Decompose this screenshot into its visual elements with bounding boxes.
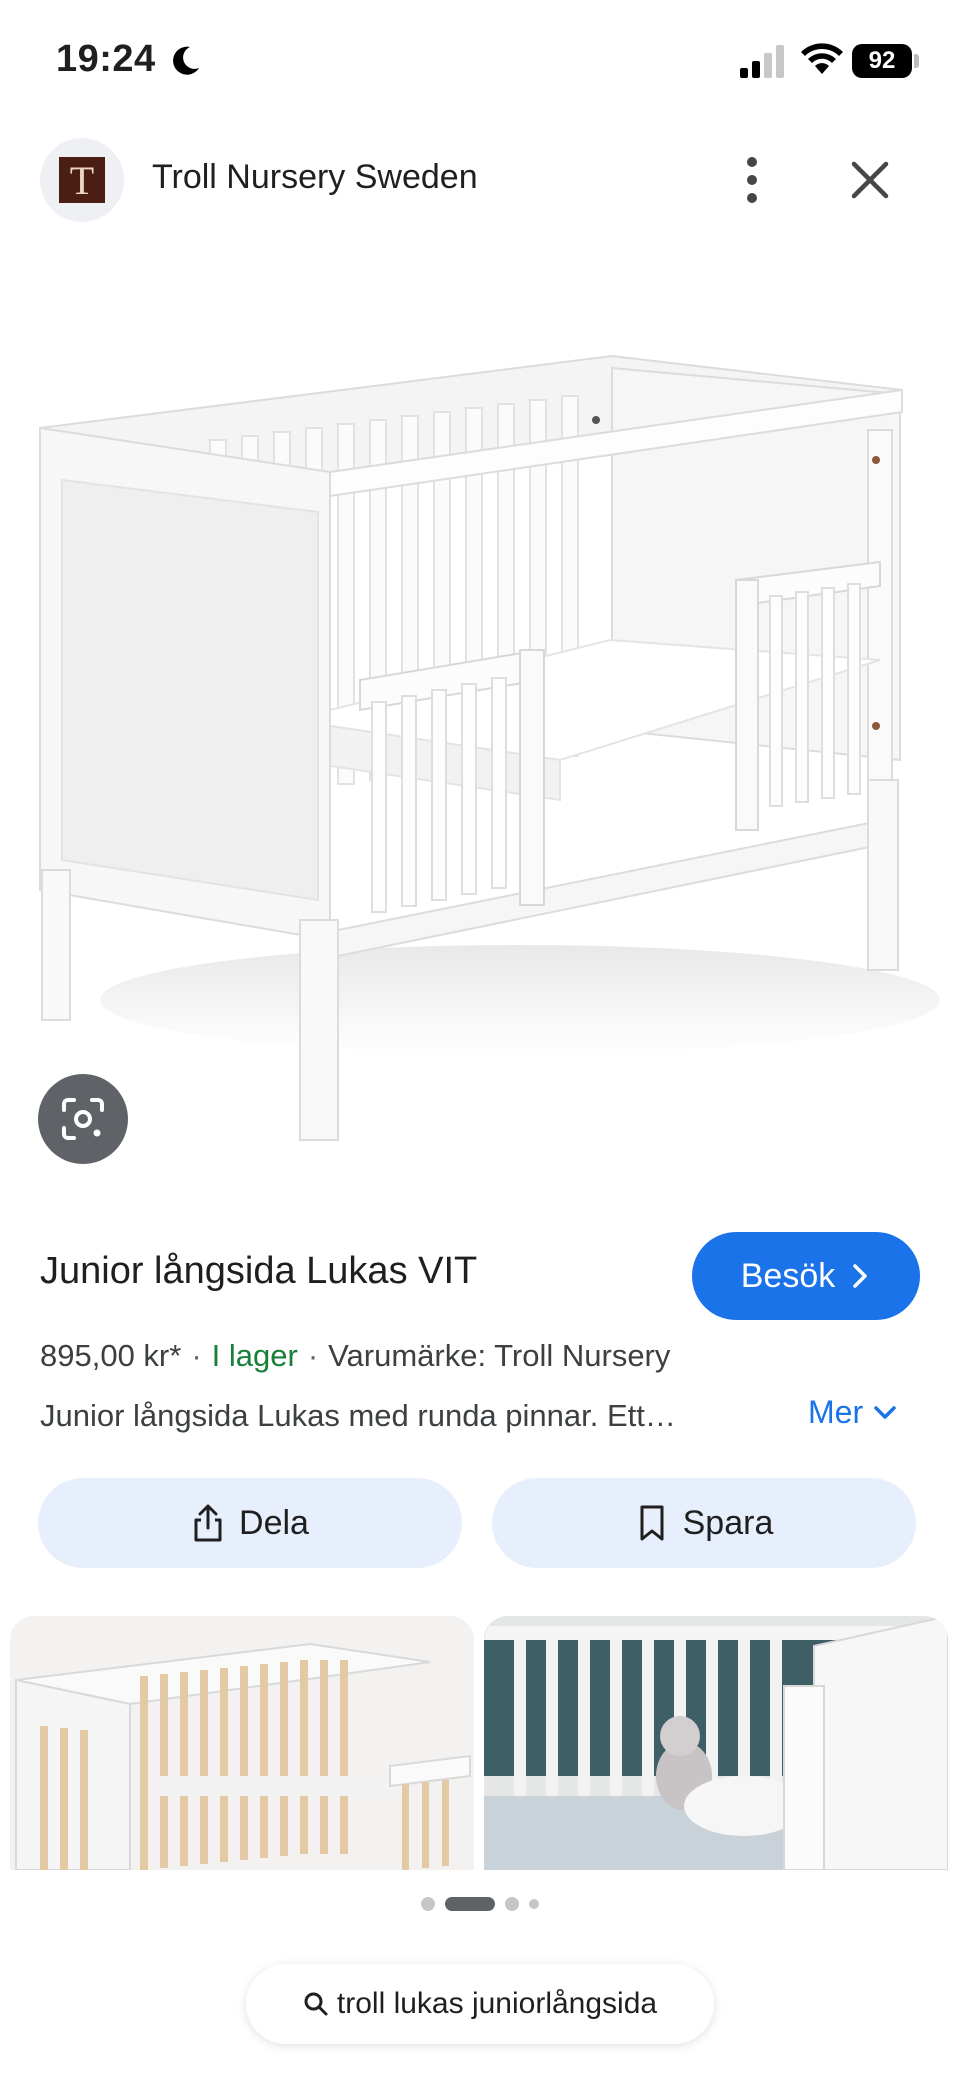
more-button[interactable]: Mer [808, 1394, 897, 1431]
related-image-2[interactable] [484, 1616, 948, 1870]
brand: Varumärke: Troll Nursery [328, 1338, 671, 1373]
pager-dot[interactable] [505, 1897, 519, 1911]
search-query-pill[interactable]: troll lukas juniorlångsida [246, 1964, 714, 2044]
stock-status: I lager [211, 1338, 298, 1373]
lens-icon [62, 1098, 104, 1140]
product-description: Junior långsida Lukas med runda pinnar. … [40, 1398, 676, 1433]
more-label: Mer [808, 1394, 864, 1430]
visit-button[interactable]: Besök [692, 1232, 920, 1320]
battery-level: 92 [868, 47, 896, 74]
battery-indicator: 92 [852, 44, 912, 78]
pager-dot[interactable] [529, 1899, 539, 1909]
site-name[interactable]: Troll Nursery Sweden [152, 158, 478, 197]
chevron-down-icon [874, 1405, 896, 1419]
battery-tip [914, 54, 919, 68]
visit-button-label: Besök [740, 1256, 836, 1295]
price: 895,00 kr* [40, 1338, 182, 1373]
moon-icon [173, 46, 199, 75]
pager-dot[interactable] [421, 1897, 435, 1911]
product-image[interactable] [0, 240, 960, 1170]
share-button[interactable]: Dela [38, 1478, 462, 1568]
search-query: troll lukas juniorlångsida [336, 1987, 658, 2020]
related-images [0, 1616, 960, 1870]
site-logo[interactable]: T [40, 138, 124, 222]
save-button[interactable]: Spara [492, 1478, 916, 1568]
related-crib-room-illustration [484, 1616, 948, 1870]
product-title[interactable]: Junior långsida Lukas VIT [40, 1250, 477, 1293]
wifi-icon [801, 43, 843, 74]
status-time: 19:24 [56, 38, 156, 80]
share-icon [194, 1504, 222, 1542]
source-header: T Troll Nursery Sweden [0, 130, 960, 230]
separator-dot: · [191, 1338, 202, 1373]
product-meta: 895,00 kr* · I lager · Varumärke: Troll Nurs… [40, 1338, 670, 1374]
save-label: Spara [682, 1503, 774, 1542]
separator-dot: · [307, 1338, 319, 1373]
crib-illustration [39, 354, 940, 1141]
status-bar: 19:24 92 [0, 0, 960, 120]
related-image-1[interactable] [10, 1616, 474, 1870]
bookmark-icon [640, 1505, 664, 1541]
chevron-right-icon [853, 1264, 867, 1288]
image-pager [0, 1894, 960, 1914]
site-logo-mark: T [59, 157, 105, 203]
lens-button[interactable] [38, 1074, 128, 1164]
signal-icon [740, 45, 784, 78]
share-label: Dela [239, 1503, 309, 1542]
close-icon[interactable] [846, 156, 894, 204]
more-vert-icon[interactable] [730, 154, 774, 206]
pager-dot-active[interactable] [445, 1897, 495, 1911]
search-icon [304, 1992, 328, 2016]
related-crib-wood-illustration [15, 1642, 471, 1870]
